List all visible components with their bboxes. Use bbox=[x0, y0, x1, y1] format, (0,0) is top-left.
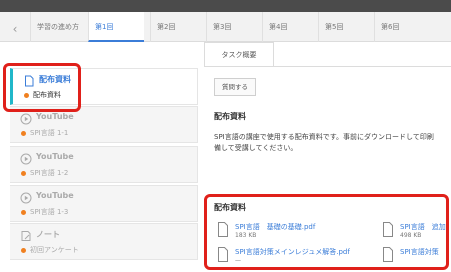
section-title: 配布資料 bbox=[214, 112, 246, 121]
window-title-bar bbox=[0, 0, 451, 12]
play-circle-icon bbox=[20, 153, 32, 165]
tab-study-guide[interactable]: 学習の進め方 bbox=[30, 12, 88, 42]
note-icon bbox=[21, 231, 31, 241]
status-dot bbox=[21, 171, 26, 176]
status-dot bbox=[21, 131, 26, 136]
sidebar-item-youtube-2[interactable]: YouTube SPI言語 1-2 bbox=[10, 146, 198, 183]
sidebar-item-title: ノート bbox=[36, 230, 60, 239]
sidebar-item-note[interactable]: ノート 初回アンケート bbox=[10, 223, 198, 260]
tab-lesson-2[interactable]: 第2回 bbox=[150, 12, 206, 42]
description-line: 備して受講してください。 bbox=[214, 144, 298, 152]
description-line: SPI言語の講座で使用する配布資料です。事前にダウンロードして印刷 bbox=[214, 133, 434, 141]
play-circle-icon bbox=[20, 192, 32, 204]
sidebar-item-subtitle: SPI言語 1-1 bbox=[30, 129, 69, 137]
tab-lesson-3[interactable]: 第3回 bbox=[206, 12, 262, 42]
sidebar-item-subtitle: SPI言語 1-2 bbox=[30, 169, 69, 177]
chevron-left-icon[interactable]: ‹ bbox=[4, 20, 26, 38]
sidebar-item-title: YouTube bbox=[36, 191, 74, 200]
sidebar-item-title: YouTube bbox=[36, 112, 74, 121]
highlight-box-sidebar bbox=[3, 63, 81, 112]
lesson-tab-strip: ‹ 学習の進め方 第1回 第2回 第3回 第4回 第5回 第6回 bbox=[0, 12, 451, 42]
highlight-box-files bbox=[204, 194, 449, 270]
tab-task-overview[interactable]: タスク概要 bbox=[204, 42, 274, 66]
status-dot bbox=[21, 248, 26, 253]
sidebar-item-title: YouTube bbox=[36, 152, 74, 161]
status-dot bbox=[21, 210, 26, 215]
play-circle-icon bbox=[20, 113, 32, 125]
ask-question-button[interactable]: 質問する bbox=[214, 78, 256, 96]
description-text: SPI言語の講座で使用する配布資料です。事前にダウンロードして印刷 備して受講し… bbox=[214, 132, 451, 154]
tab-lesson-1[interactable]: 第1回 bbox=[88, 12, 144, 42]
sidebar-item-youtube-3[interactable]: YouTube SPI言語 1-3 bbox=[10, 185, 198, 222]
sidebar-item-subtitle: 初回アンケート bbox=[30, 246, 79, 254]
tab-lesson-6[interactable]: 第6回 bbox=[374, 12, 451, 42]
tab-divider bbox=[204, 66, 451, 67]
tab-lesson-4[interactable]: 第4回 bbox=[262, 12, 318, 42]
sidebar-item-subtitle: SPI言語 1-3 bbox=[30, 208, 69, 216]
tab-lesson-5[interactable]: 第5回 bbox=[318, 12, 374, 42]
